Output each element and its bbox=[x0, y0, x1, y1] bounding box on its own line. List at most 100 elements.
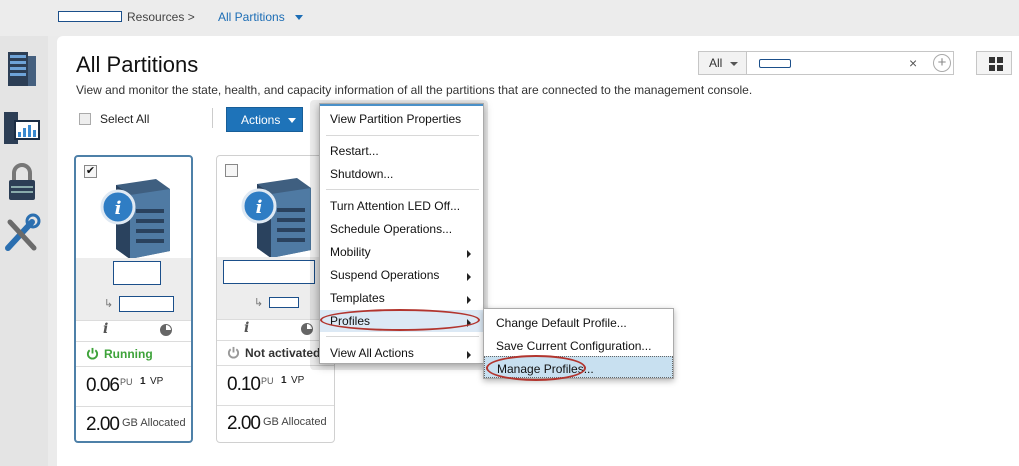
submenu-item-manage-profiles[interactable]: Manage Profiles... bbox=[484, 356, 673, 378]
grid-icon bbox=[989, 65, 995, 71]
memory-value: 2.00 bbox=[86, 414, 120, 435]
card-info-glyph: i bbox=[256, 197, 263, 218]
tools-icon[interactable] bbox=[2, 212, 42, 256]
menu-item-label: Shutdown... bbox=[330, 167, 394, 181]
menu-top-accent bbox=[320, 104, 483, 106]
menu-item-view-properties[interactable]: View Partition Properties bbox=[320, 108, 483, 130]
card-divider bbox=[217, 405, 334, 406]
processing-units-unit: PU bbox=[120, 377, 133, 387]
card-divider bbox=[76, 341, 191, 342]
menu-item-mobility[interactable]: Mobility bbox=[320, 241, 483, 263]
menu-item-shutdown[interactable]: Shutdown... bbox=[320, 163, 483, 185]
server-info-icon: i bbox=[241, 178, 311, 258]
actions-button[interactable]: Actions bbox=[226, 107, 303, 132]
chevron-down-icon bbox=[288, 118, 296, 123]
processing-units-value: 0.10 bbox=[227, 374, 261, 395]
grid-icon bbox=[997, 57, 1003, 63]
submenu-item-change-default-profile[interactable]: Change Default Profile... bbox=[484, 311, 673, 333]
chevron-right-icon bbox=[467, 296, 471, 304]
filter-redacted-text[interactable] bbox=[759, 59, 791, 68]
chevron-down-icon bbox=[730, 62, 738, 66]
breadcrumb-resources[interactable]: Resources > bbox=[127, 10, 195, 24]
menu-item-restart[interactable]: Restart... bbox=[320, 140, 483, 162]
main-panel: All Partitions View and monitor the stat… bbox=[57, 36, 1019, 466]
server-info-icon: i bbox=[100, 179, 170, 259]
card-name-redacted[interactable] bbox=[113, 261, 161, 285]
page-description: View and monitor the state, health, and … bbox=[76, 83, 753, 97]
grid-icon bbox=[989, 57, 995, 63]
card-divider bbox=[76, 366, 191, 367]
left-nav-rail bbox=[0, 36, 48, 466]
card-divider bbox=[76, 406, 191, 407]
chevron-right-icon bbox=[467, 319, 471, 327]
actions-button-label: Actions bbox=[241, 113, 281, 127]
power-icon bbox=[227, 346, 240, 359]
menu-separator bbox=[326, 135, 479, 136]
toolbar-divider bbox=[212, 108, 213, 128]
menu-separator bbox=[326, 189, 479, 190]
menu-item-label: Templates bbox=[330, 291, 385, 305]
menu-item-label: Suspend Operations bbox=[330, 268, 440, 282]
card-info-glyph: i bbox=[115, 198, 122, 219]
menu-item-label: Turn Attention LED Off... bbox=[330, 199, 461, 213]
card-name-redacted[interactable] bbox=[223, 260, 315, 284]
menu-item-attention-led[interactable]: Turn Attention LED Off... bbox=[320, 195, 483, 217]
lock-icon[interactable] bbox=[2, 160, 42, 204]
clear-icon[interactable]: × bbox=[909, 55, 917, 71]
menu-item-templates[interactable]: Templates bbox=[320, 287, 483, 309]
breadcrumb: Resources > All Partitions bbox=[0, 0, 1019, 36]
info-icon[interactable]: i bbox=[244, 320, 254, 336]
virtual-processors-unit: VP bbox=[291, 375, 305, 386]
card-divider bbox=[76, 320, 191, 321]
chevron-right-icon bbox=[467, 250, 471, 258]
power-icon bbox=[86, 347, 99, 360]
filter-scope-value: All bbox=[709, 56, 723, 70]
menu-item-label: Profiles bbox=[330, 314, 371, 328]
select-all-label[interactable]: Select All bbox=[100, 112, 149, 126]
filter-bar: All × + bbox=[698, 51, 954, 75]
processing-units-unit: PU bbox=[261, 376, 274, 386]
menu-item-label: View All Actions bbox=[330, 346, 414, 360]
filter-scope-select[interactable]: All bbox=[699, 52, 747, 74]
submenu-item-save-configuration[interactable]: Save Current Configuration... bbox=[484, 334, 673, 356]
virtual-processors-value: 1 bbox=[281, 375, 287, 386]
menu-item-label: Restart... bbox=[330, 144, 379, 158]
info-icon[interactable]: i bbox=[103, 321, 113, 337]
virtual-processors-value: 1 bbox=[140, 376, 146, 387]
menu-item-label: Schedule Operations... bbox=[330, 222, 453, 236]
virtual-processors-unit: VP bbox=[150, 376, 164, 387]
chevron-right-icon bbox=[467, 351, 471, 359]
memory-unit: GB Allocated bbox=[122, 417, 186, 429]
sub-arrow-icon: ↳ bbox=[104, 298, 114, 310]
select-all-checkbox[interactable] bbox=[79, 113, 91, 125]
menu-item-label: Mobility bbox=[330, 245, 371, 259]
submenu-item-label: Manage Profiles... bbox=[497, 362, 594, 376]
sub-arrow-icon: ↳ bbox=[254, 297, 264, 309]
menu-item-suspend-operations[interactable]: Suspend Operations bbox=[320, 264, 483, 286]
memory-unit: GB Allocated bbox=[263, 416, 327, 428]
add-filter-icon[interactable]: + bbox=[933, 54, 951, 72]
grid-view-button[interactable] bbox=[976, 51, 1012, 75]
chevron-down-icon[interactable] bbox=[295, 15, 303, 20]
menu-item-label: View Partition Properties bbox=[330, 112, 462, 126]
page-title: All Partitions bbox=[76, 52, 199, 77]
status-label: Running bbox=[104, 347, 153, 361]
menu-item-profiles[interactable]: Profiles bbox=[320, 310, 483, 332]
breadcrumb-current[interactable]: All Partitions bbox=[218, 10, 285, 24]
breadcrumb-redacted-link[interactable] bbox=[58, 11, 122, 22]
server-rack-icon[interactable] bbox=[2, 46, 42, 90]
processing-units-value: 0.06 bbox=[86, 375, 120, 396]
menu-item-view-all-actions[interactable]: View All Actions bbox=[320, 342, 483, 364]
card-host-redacted bbox=[269, 297, 299, 308]
pie-chart-icon[interactable] bbox=[160, 324, 172, 336]
menu-item-schedule-operations[interactable]: Schedule Operations... bbox=[320, 218, 483, 240]
submenu-item-label: Save Current Configuration... bbox=[496, 339, 652, 353]
actions-menu: View Partition Properties Restart... Shu… bbox=[319, 103, 484, 364]
chevron-right-icon bbox=[467, 273, 471, 281]
monitoring-icon[interactable] bbox=[2, 106, 42, 150]
submenu-item-label: Change Default Profile... bbox=[496, 316, 627, 330]
menu-separator bbox=[326, 336, 479, 337]
memory-value: 2.00 bbox=[227, 413, 261, 434]
partition-card[interactable]: ✔ i ↳ i Running 0.06 PU 1 VP 2.00 GB All… bbox=[74, 155, 193, 443]
profiles-submenu: Change Default Profile... Save Current C… bbox=[483, 308, 674, 379]
